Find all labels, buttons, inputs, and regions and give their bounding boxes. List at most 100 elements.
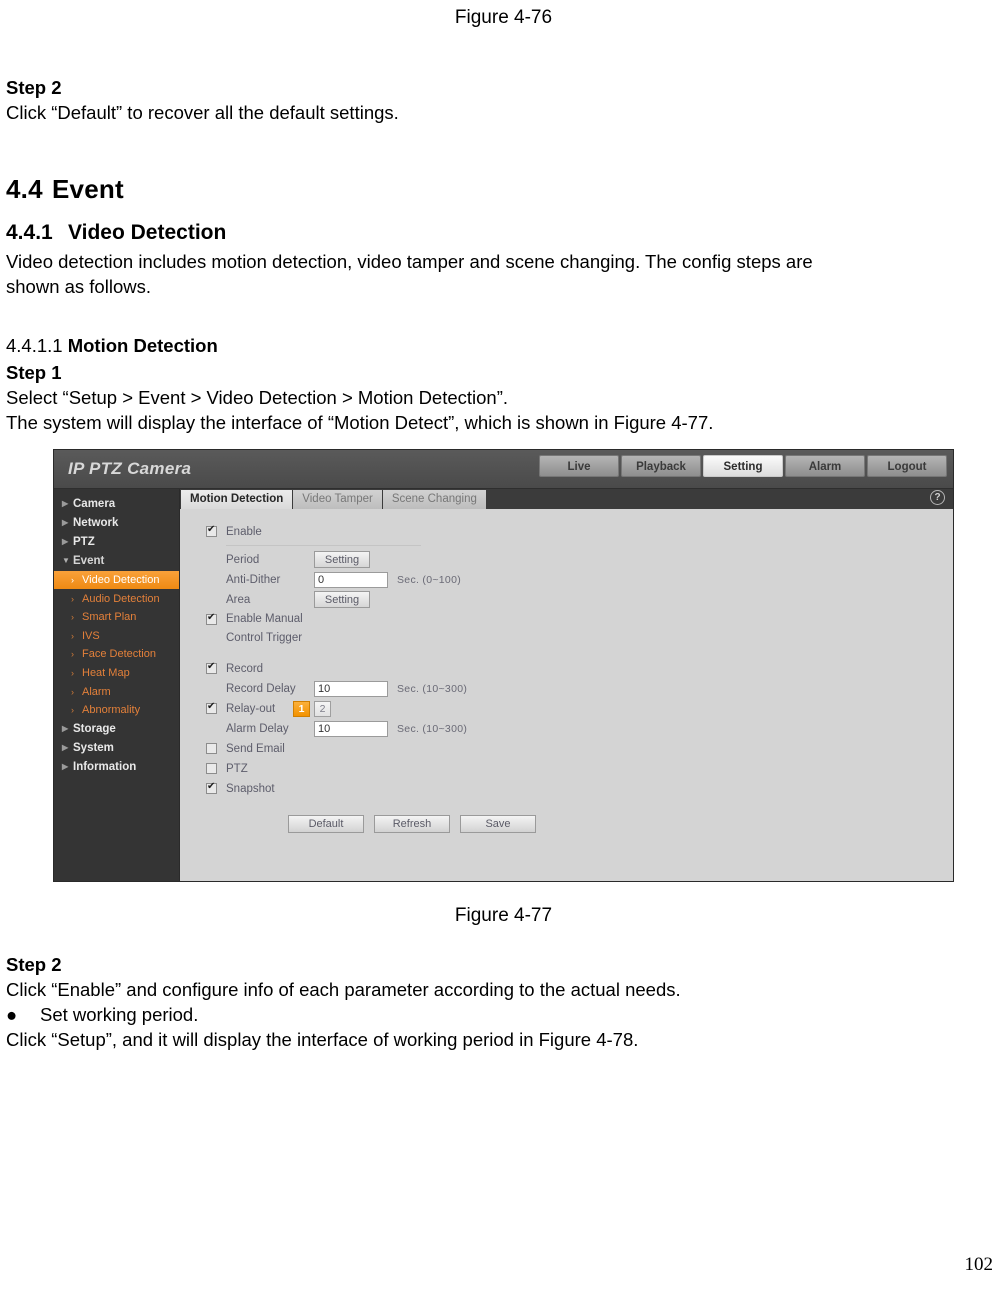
relay-out-label: Relay-out — [226, 702, 276, 715]
sidebar-item-camera[interactable]: ▶ Camera — [54, 495, 179, 514]
sidebar-item-system[interactable]: ▶ System — [54, 738, 179, 757]
chevron-right-icon: › — [71, 686, 74, 697]
chevron-right-icon: ▶ — [62, 537, 69, 547]
nav-button-alarm[interactable]: Alarm — [785, 454, 865, 477]
record-checkbox[interactable] — [206, 661, 217, 675]
record-delay-label: Record Delay — [226, 682, 296, 695]
sidebar-item-label: System — [73, 741, 114, 754]
tab-video-tamper[interactable]: Video Tamper — [293, 489, 383, 509]
chevron-right-icon: › — [71, 649, 74, 660]
nav-button-logout[interactable]: Logout — [867, 454, 947, 477]
relay-out-checkbox[interactable] — [206, 701, 217, 715]
section-heading: 4.4 Event — [0, 174, 1007, 205]
sidebar-item-network[interactable]: ▶ Network — [54, 514, 179, 533]
bullet-item-text: Set working period. — [40, 1004, 199, 1026]
sidebar-item-alarm[interactable]: › Alarm — [54, 682, 179, 701]
sidebar-item-information[interactable]: ▶ Information — [54, 757, 179, 776]
sidebar-item-audio-detection[interactable]: › Audio Detection — [54, 589, 179, 608]
subsubsection-heading: 4.4.1.1 Motion Detection — [0, 335, 1007, 357]
relay-option-1[interactable]: 1 — [293, 700, 310, 717]
content-panel: Motion Detection Video Tamper Scene Chan… — [179, 488, 953, 881]
relay-out-row: Relay-out 1 2 — [206, 699, 953, 719]
send-email-label: Send Email — [226, 742, 285, 755]
sidebar-item-label: Audio Detection — [82, 592, 160, 605]
nav-button-playback[interactable]: Playback — [621, 454, 701, 477]
section-number: 4.4 — [6, 173, 43, 204]
area-row: Area Setting — [206, 590, 953, 610]
anti-dither-row: Anti-Dither 0 Sec. (0~100) — [206, 570, 953, 590]
sidebar-item-face-detection[interactable]: › Face Detection — [54, 645, 179, 664]
tab-motion-detection[interactable]: Motion Detection — [181, 489, 294, 509]
chevron-right-icon: ▶ — [62, 518, 69, 528]
anti-dither-label: Anti-Dither — [226, 573, 281, 586]
enable-manual-trigger-checkbox[interactable] — [206, 612, 217, 625]
alarm-delay-row: Alarm Delay 10 Sec. (10~300) — [206, 719, 953, 739]
section-title: Event — [52, 173, 124, 204]
step2-bottom-line1: Click “Enable” and configure info of eac… — [6, 979, 681, 1001]
subsection-body-line2: shown as follows. — [6, 275, 151, 297]
control-trigger-label: Control Trigger — [226, 632, 303, 645]
anti-dither-input[interactable]: 0 — [314, 571, 388, 588]
page-number: 102 — [964, 1254, 994, 1275]
manual-trigger-row-line2: Control Trigger — [206, 629, 953, 648]
sidebar-item-abnormality[interactable]: › Abnormality — [54, 701, 179, 720]
record-label: Record — [226, 662, 264, 675]
ptz-checkbox[interactable] — [206, 763, 217, 775]
chevron-right-icon: › — [71, 705, 74, 716]
subsection-heading: 4.4.1 Video Detection — [0, 221, 1007, 245]
form-divider — [226, 544, 421, 546]
closing-line: Click “Setup”, and it will display the i… — [6, 1029, 639, 1051]
record-delay-input[interactable]: 10 — [314, 680, 388, 697]
step2-top-heading: Step 2 — [6, 76, 62, 98]
sidebar-item-label: Event — [73, 555, 105, 568]
chevron-right-icon: › — [71, 612, 74, 623]
sidebar-item-heat-map[interactable]: › Heat Map — [54, 664, 179, 683]
send-email-checkbox[interactable] — [206, 743, 217, 755]
sidebar-item-label: PTZ — [73, 536, 95, 549]
tab-scene-changing[interactable]: Scene Changing — [382, 489, 487, 509]
sidebar-item-label: Camera — [73, 498, 116, 511]
enable-checkbox[interactable] — [206, 524, 217, 538]
relay-option-2[interactable]: 2 — [314, 700, 331, 717]
motion-detection-form: Enable Period Setting Anti-Dither 0 Sec.… — [180, 509, 953, 881]
nav-button-setting[interactable]: Setting — [703, 454, 783, 477]
top-nav-buttons: Live Playback Setting Alarm Logout — [539, 454, 947, 477]
sidebar-item-label: Smart Plan — [82, 611, 137, 624]
tab-bar: Motion Detection Video Tamper Scene Chan… — [180, 488, 953, 509]
enable-manual-trigger-label: Enable Manual — [226, 613, 303, 626]
period-setting-button[interactable]: Setting — [314, 551, 370, 569]
step2-bottom-heading: Step 2 — [6, 954, 62, 976]
record-row: Record — [206, 659, 953, 679]
sidebar-item-label: Information — [73, 760, 137, 773]
ptz-label: PTZ — [226, 762, 248, 775]
record-delay-row: Record Delay 10 Sec. (10~300) — [206, 679, 953, 699]
help-icon[interactable]: ? — [930, 489, 945, 505]
refresh-button[interactable]: Refresh — [374, 814, 450, 833]
sidebar-item-video-detection[interactable]: › Video Detection — [54, 570, 179, 590]
save-button[interactable]: Save — [460, 814, 536, 833]
chevron-right-icon: ▶ — [62, 723, 69, 733]
chevron-right-icon: › — [71, 667, 74, 678]
sidebar-item-smart-plan[interactable]: › Smart Plan — [54, 608, 179, 627]
bullet-list-item: ● Set working period. — [0, 1002, 1007, 1027]
snapshot-label: Snapshot — [226, 782, 275, 795]
sidebar-item-storage[interactable]: ▶ Storage — [54, 719, 179, 738]
sidebar-item-ivs[interactable]: › IVS — [54, 626, 179, 645]
chevron-right-icon: › — [71, 574, 74, 585]
subsection-number: 4.4.1 — [6, 220, 53, 244]
record-delay-unit: Sec. (10~300) — [397, 682, 468, 695]
chevron-right-icon: › — [71, 593, 74, 604]
sidebar-item-ptz[interactable]: ▶ PTZ — [54, 533, 179, 552]
subsection-title: Video Detection — [68, 220, 227, 244]
chevron-right-icon: › — [71, 630, 74, 641]
enable-row: Enable — [206, 522, 953, 542]
area-setting-button[interactable]: Setting — [314, 591, 370, 609]
send-email-row: Send Email — [206, 739, 953, 759]
sidebar-item-event[interactable]: ▼ Event — [54, 552, 179, 571]
snapshot-checkbox[interactable] — [206, 781, 217, 795]
default-button[interactable]: Default — [288, 814, 364, 833]
document-page: Figure 4-76 Step 2 Click “Default” to re… — [0, 0, 1007, 1290]
figure-caption-top: Figure 4-76 — [454, 7, 553, 28]
alarm-delay-input[interactable]: 10 — [314, 720, 388, 737]
nav-button-live[interactable]: Live — [539, 454, 619, 477]
